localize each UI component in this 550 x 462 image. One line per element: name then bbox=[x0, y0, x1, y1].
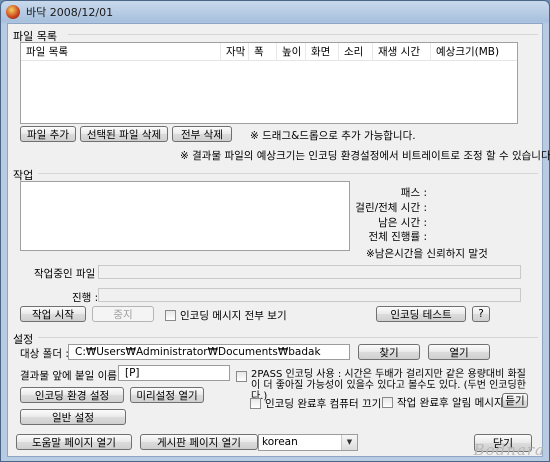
column-header-video[interactable]: 화면 bbox=[306, 43, 339, 60]
column-header-filename[interactable]: 파일 목록 bbox=[21, 43, 221, 60]
general-settings-button[interactable]: 일반 설정 bbox=[20, 409, 126, 425]
show-all-messages-checkbox[interactable]: 인코딩 메시지 전부 보기 bbox=[165, 308, 287, 323]
divider bbox=[38, 337, 538, 338]
help-page-button[interactable]: 도움말 페이지 열기 bbox=[16, 434, 132, 450]
file-list-table[interactable]: 파일 목록 자막 폭 높이 화면 소리 재생 시간 예상크기(MB) bbox=[20, 42, 518, 124]
progress-bar bbox=[98, 288, 521, 302]
file-list-header: 파일 목록 자막 폭 높이 화면 소리 재생 시간 예상크기(MB) bbox=[21, 43, 517, 61]
find-folder-button[interactable]: 찾기 bbox=[358, 344, 420, 360]
column-header-subtitle[interactable]: 자막 bbox=[221, 43, 249, 60]
column-header-audio[interactable]: 소리 bbox=[339, 43, 373, 60]
checkbox-box[interactable] bbox=[250, 398, 261, 409]
column-header-width[interactable]: 폭 bbox=[249, 43, 277, 60]
start-job-button[interactable]: 작업 시작 bbox=[20, 306, 86, 322]
prefix-input[interactable]: [P] bbox=[118, 365, 230, 381]
notify-after-checkbox[interactable]: 작업 완료후 알림 메시지 bbox=[382, 395, 504, 410]
delete-selected-button[interactable]: 선택된 파일 삭제 bbox=[80, 126, 168, 142]
divider bbox=[68, 34, 538, 35]
prefix-label: 결과물 앞에 붙일 이름 : bbox=[20, 370, 124, 382]
encoding-test-button[interactable]: 인코딩 테스트 bbox=[376, 306, 466, 322]
stop-job-button[interactable]: 중지 bbox=[92, 306, 154, 322]
encoding-settings-button[interactable]: 인코딩 환경 설정 bbox=[20, 387, 124, 403]
settings-group-label: 설정 bbox=[13, 333, 34, 346]
current-file-label: 작업중인 파일 : bbox=[34, 268, 103, 280]
watermark: Bodnara bbox=[473, 441, 545, 459]
preset-open-button[interactable]: 미리설정 열기 bbox=[130, 387, 204, 403]
target-folder-input[interactable]: C:₩Users₩Administrator₩Documents₩badak bbox=[68, 344, 350, 360]
language-select[interactable]: korean ▼ bbox=[258, 434, 358, 451]
divider bbox=[38, 173, 538, 174]
checkbox-box[interactable] bbox=[165, 310, 176, 321]
help-button[interactable]: ? bbox=[472, 306, 490, 322]
pass-label: 패스 : bbox=[400, 187, 427, 199]
encoding-log-textarea[interactable] bbox=[20, 181, 350, 251]
language-select-value: korean bbox=[262, 436, 298, 448]
title-bar[interactable]: 바닥 2008/12/01 bbox=[1, 1, 549, 23]
client-area: 파일 목록 파일 목록 자막 폭 높이 화면 소리 재생 시간 예상크기(MB)… bbox=[7, 23, 550, 457]
elapsed-time-label: 걸린/전체 시간 : bbox=[355, 202, 427, 214]
estimated-size-note: ※ 결과물 파일의 예상크기는 인코딩 환경설정에서 비트레이트로 조정 할 수… bbox=[180, 150, 550, 162]
total-progress-label: 전체 진행률 : bbox=[368, 231, 427, 243]
progress-label: 진행 : bbox=[72, 292, 99, 304]
remaining-time-label: 남은 시간 : bbox=[378, 217, 427, 229]
app-window: 바닥 2008/12/01 파일 목록 파일 목록 자막 폭 높이 화면 소리 … bbox=[0, 0, 550, 462]
add-file-button[interactable]: 파일 추가 bbox=[20, 126, 76, 142]
board-page-button[interactable]: 게시판 페이지 열기 bbox=[140, 434, 258, 450]
checkbox-box[interactable] bbox=[236, 371, 247, 382]
column-header-duration[interactable]: 재생 시간 bbox=[373, 43, 431, 60]
app-logo-icon bbox=[6, 5, 20, 19]
shutdown-after-label: 인코딩 완료후 컴퓨터 끄기 bbox=[265, 398, 382, 410]
current-file-field bbox=[98, 265, 521, 279]
open-folder-button[interactable]: 열기 bbox=[428, 344, 490, 360]
column-header-height[interactable]: 높이 bbox=[277, 43, 306, 60]
shutdown-after-checkbox[interactable]: 인코딩 완료후 컴퓨터 끄기 bbox=[250, 396, 381, 411]
column-header-estimated-size[interactable]: 예상크기(MB) bbox=[431, 43, 517, 60]
remaining-time-note: ※남은시간을 신뢰하지 말것 bbox=[366, 248, 488, 260]
window-title: 바닥 2008/12/01 bbox=[26, 6, 114, 19]
delete-all-button[interactable]: 전부 삭제 bbox=[172, 126, 232, 142]
chevron-down-icon[interactable]: ▼ bbox=[341, 435, 357, 450]
show-all-messages-label: 인코딩 메시지 전부 보기 bbox=[180, 310, 287, 322]
dragdrop-note: ※ 드래그&드롭으로 추가 가능합니다. bbox=[250, 130, 416, 142]
listen-button[interactable]: 듣기 bbox=[502, 393, 528, 408]
notify-after-label: 작업 완료후 알림 메시지 bbox=[397, 397, 504, 409]
target-folder-label: 대상 폴더 : bbox=[20, 348, 69, 360]
checkbox-box[interactable] bbox=[382, 397, 393, 408]
